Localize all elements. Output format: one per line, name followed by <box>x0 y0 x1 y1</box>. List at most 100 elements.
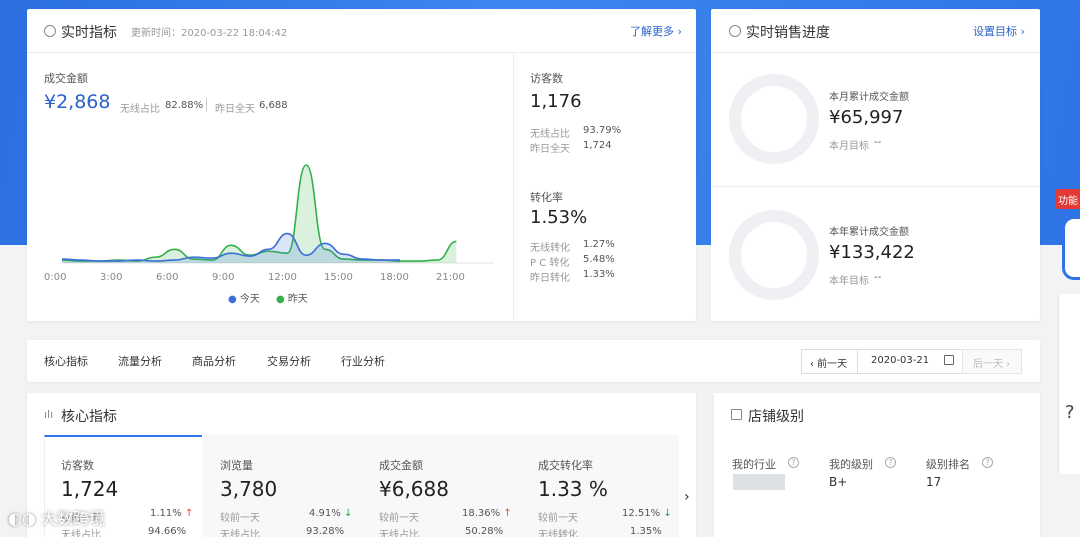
gmv-yesterday-label: 昨日全天 <box>215 104 255 115</box>
kpi-compare-label: 较前一天 <box>379 513 419 524</box>
month-target-label: 本月目标 <box>829 141 869 152</box>
separator <box>206 98 207 112</box>
kpi-compare-value: 12.51% ↓ <box>622 508 672 519</box>
conv-label: 转化率 <box>530 191 563 204</box>
bar-chart-icon: ılı <box>44 408 54 421</box>
kpi-label: 浏览量 <box>220 459 253 472</box>
x-tick-label: 15:00 <box>324 272 353 283</box>
calendar-icon <box>944 355 954 365</box>
tab-product-analysis[interactable]: 商品分析 <box>192 353 236 369</box>
x-tick-label: 3:00 <box>100 272 122 283</box>
series-line <box>61 164 457 262</box>
target-icon <box>729 23 741 37</box>
legend-today-label: 今天 <box>239 294 260 305</box>
my-industry-label: 我的行业 <box>732 458 776 471</box>
core-metrics-card: ılı 核心指标 › <box>27 393 696 537</box>
visitors-yesterday-value: 1,724 <box>583 140 612 151</box>
kpi-sub-label: 无线占比 <box>379 530 419 537</box>
help-circle-icon[interactable]: ? <box>885 457 896 468</box>
core-metrics-title: 核心指标 <box>61 409 117 425</box>
arrow-up-icon: ↑ <box>184 508 194 519</box>
my-level-value: B+ <box>829 475 848 489</box>
kpi-sub-value: 50.28% <box>465 526 504 537</box>
gmv-wireless-label: 无线占比 <box>120 104 160 115</box>
visitors-yesterday-label: 昨日全天 <box>530 144 570 155</box>
kpi-compare-value: 4.91% ↓ <box>309 508 352 519</box>
sales-progress-card: 实时销售进度 设置目标 › 本月累计成交金额 ¥65,997 本月目标 -- 本… <box>711 9 1040 321</box>
robot-assistant-icon[interactable] <box>1062 216 1080 280</box>
divider <box>711 52 1040 53</box>
help-circle-icon[interactable]: ? <box>982 457 993 468</box>
brand-text: 大数跨境 <box>41 509 106 528</box>
level-rank-value: 17 <box>926 475 942 489</box>
help-circle-icon[interactable]: ? <box>788 457 799 468</box>
kpi-label: 成交金额 <box>379 459 423 472</box>
kpi-label: 访客数 <box>61 459 94 472</box>
year-label: 本年累计成交金额 <box>829 227 909 238</box>
month-progress-ring <box>729 74 819 164</box>
divider <box>711 186 1040 187</box>
tab-trade-analysis[interactable]: 交易分析 <box>267 353 311 369</box>
x-tick-label: 9:00 <box>212 272 234 283</box>
year-progress-ring <box>729 210 819 300</box>
shop-level-card: 店铺级别 我的行业 ? 我的级别 ? B+ 级别排名 ? 17 <box>714 393 1040 537</box>
realtime-title: 实时指标 <box>61 25 117 41</box>
level-rank-label: 级别排名 <box>926 458 970 471</box>
x-tick-label: 21:00 <box>436 272 465 283</box>
visitors-label: 访客数 <box>530 72 563 85</box>
conv-value: 1.53% <box>530 207 588 228</box>
visitors-wireless-label: 无线占比 <box>530 129 570 140</box>
set-target-link[interactable]: 设置目标 › <box>973 23 1025 39</box>
kpi-compare-text: 12.51% <box>622 508 661 519</box>
sales-progress-title: 实时销售进度 <box>746 25 830 41</box>
kpi-compare-value: 1.11% ↑ <box>150 508 193 519</box>
industry-value-redacted <box>733 474 785 490</box>
conv-yesterday-label: 昨日转化 <box>530 273 570 284</box>
vertical-divider <box>513 53 514 321</box>
arrow-up-icon: ↑ <box>503 508 512 519</box>
kpi-compare-text: 1.11% <box>150 508 182 519</box>
arrow-down-icon: ↓ <box>663 508 672 519</box>
conv-pc-value: 5.48% <box>583 254 615 265</box>
month-value: ¥65,997 <box>829 107 904 128</box>
brand-watermark: ◐◑ 大数跨境 <box>8 505 105 529</box>
month-label: 本月累计成交金额 <box>829 92 909 103</box>
my-level-label: 我的级别 <box>829 458 873 471</box>
realtime-chart: 0:00 3:00 6:00 9:00 12:00 15:00 18:00 21:00 <box>44 164 494 283</box>
x-tick-label: 18:00 <box>380 272 409 283</box>
visitors-value: 1,176 <box>530 91 582 112</box>
learn-more-link[interactable]: 了解更多 › <box>630 23 682 39</box>
tab-industry-analysis[interactable]: 行业分析 <box>341 353 385 369</box>
x-tick-label: 0:00 <box>44 272 66 283</box>
prev-day-button[interactable]: ‹ 前一天 <box>801 349 858 374</box>
tab-core-metrics[interactable]: 核心指标 <box>44 353 88 369</box>
kpi-compare-label: 较前一天 <box>220 513 260 524</box>
brand-logo-icon: ◐◑ <box>8 509 42 528</box>
year-value: ¥133,422 <box>829 242 915 263</box>
kpi-value: 1.33 % <box>538 477 608 501</box>
kpi-value: 3,780 <box>220 477 278 501</box>
shop-level-title: 店铺级别 <box>748 409 804 425</box>
visitors-wireless-value: 93.79% <box>583 125 622 136</box>
next-kpi-arrow[interactable]: › <box>684 489 690 505</box>
conv-wireless-value: 1.27% <box>583 239 615 250</box>
kpi-label: 成交转化率 <box>538 459 593 472</box>
gmv-yesterday-value: 6,688 <box>259 100 288 111</box>
tab-traffic-analysis[interactable]: 流量分析 <box>118 353 162 369</box>
month-target-value: -- <box>874 137 882 148</box>
gmv-value: ¥2,868 <box>44 91 111 113</box>
date-picker[interactable]: 2020-03-21 <box>857 349 963 374</box>
update-time: 更新时间：2020-03-22 18:04:42 <box>131 28 288 39</box>
kpi-value: ¥6,688 <box>379 477 449 501</box>
year-target-label: 本年目标 <box>829 276 869 287</box>
x-tick-label: 6:00 <box>156 272 178 283</box>
kpi-compare-value: 18.36% ↑ <box>462 508 512 519</box>
conv-pc-label: P C 转化 <box>530 258 570 269</box>
conv-wireless-label: 无线转化 <box>530 243 570 254</box>
feature-badge[interactable]: 功能 <box>1056 189 1080 209</box>
next-day-button[interactable]: 后一天 › <box>962 349 1022 374</box>
kpi-sub-label: 无线占比 <box>220 530 260 537</box>
arrow-down-icon: ↓ <box>343 508 353 519</box>
side-toolbar: ? <box>1058 294 1080 474</box>
help-icon[interactable]: ? <box>1065 402 1075 423</box>
